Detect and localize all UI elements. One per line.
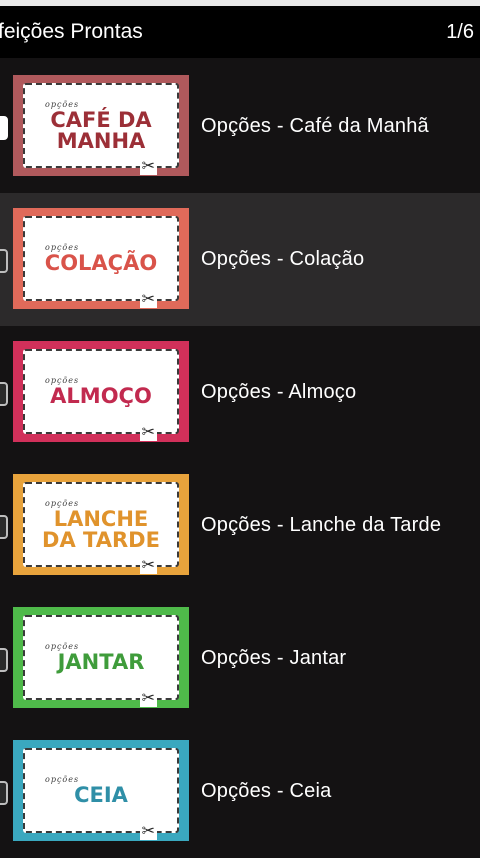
item-label: Opções - Lanche da Tarde	[201, 514, 442, 536]
item-label: Opções - Café da Manhã	[201, 115, 429, 137]
scissors-icon: ✂	[139, 158, 157, 175]
coupon-card: opções JANTAR ✂	[23, 615, 179, 707]
selection-checkbox[interactable]	[0, 382, 8, 406]
coupon-title-line1: COLAÇÃO	[44, 251, 158, 275]
coupon-card: opções LANCHE DA TARDE ✂	[23, 482, 179, 574]
options-list: opções CAFÉ DA MANHA ✂ Opções - Café da …	[0, 60, 480, 858]
list-item-almoco[interactable]: opções ALMOÇO ✂ Opções - Almoço	[0, 326, 480, 459]
coupon-title-line2: MANHA	[56, 128, 146, 153]
coupon-title-line1: ALMOÇO	[50, 384, 152, 408]
thumbnail-colacao: opções COLAÇÃO ✂	[13, 208, 189, 309]
selection-checkbox[interactable]	[0, 648, 8, 672]
coupon-title-line2: DA TARDE	[42, 527, 160, 552]
header-bar: feições Prontas 1/6	[0, 6, 480, 58]
selection-checkbox[interactable]	[0, 249, 8, 273]
thumbnail-almoco: opções ALMOÇO ✂	[13, 341, 189, 442]
thumbnail-lanche-da-tarde: opções LANCHE DA TARDE ✂	[13, 474, 189, 575]
list-item-lanche-da-tarde[interactable]: opções LANCHE DA TARDE ✂ Opções - Lanche…	[0, 459, 480, 592]
scissors-icon: ✂	[139, 291, 157, 308]
selection-checkbox[interactable]	[0, 116, 8, 140]
scissors-icon: ✂	[139, 690, 157, 707]
item-label: Opções - Almoço	[201, 381, 357, 403]
page-title: feições Prontas	[0, 20, 143, 43]
thumbnail-cafe-da-manha: opções CAFÉ DA MANHA ✂	[13, 75, 189, 176]
coupon-card: opções CEIA ✂	[23, 748, 179, 840]
item-label: Opções - Jantar	[201, 647, 347, 669]
item-label: Opções - Ceia	[201, 780, 332, 802]
list-item-ceia[interactable]: opções CEIA ✂ Opções - Ceia	[0, 725, 480, 858]
coupon-card: opções CAFÉ DA MANHA ✂	[23, 83, 179, 175]
coupon-title-line1: CEIA	[74, 783, 128, 807]
item-label: Opções - Colação	[201, 248, 365, 270]
selection-checkbox[interactable]	[0, 781, 8, 805]
coupon-title-line1: JANTAR	[57, 650, 145, 674]
selection-checkbox[interactable]	[0, 515, 8, 539]
list-item-jantar[interactable]: opções JANTAR ✂ Opções - Jantar	[0, 592, 480, 725]
list-item-colacao[interactable]: opções COLAÇÃO ✂ Opções - Colação	[0, 193, 480, 326]
coupon-card: opções COLAÇÃO ✂	[23, 216, 179, 308]
list-item-cafe-da-manha[interactable]: opções CAFÉ DA MANHA ✂ Opções - Café da …	[0, 60, 480, 193]
coupon-card: opções ALMOÇO ✂	[23, 349, 179, 441]
coupon-title-line1: LANCHE	[53, 506, 149, 531]
page-counter: 1/6	[446, 20, 474, 43]
coupon-title-line1: CAFÉ DA	[50, 107, 152, 132]
thumbnail-ceia: opções CEIA ✂	[13, 740, 189, 841]
scissors-icon: ✂	[139, 557, 157, 574]
scissors-icon: ✂	[139, 823, 157, 840]
scissors-icon: ✂	[139, 424, 157, 441]
thumbnail-jantar: opções JANTAR ✂	[13, 607, 189, 708]
